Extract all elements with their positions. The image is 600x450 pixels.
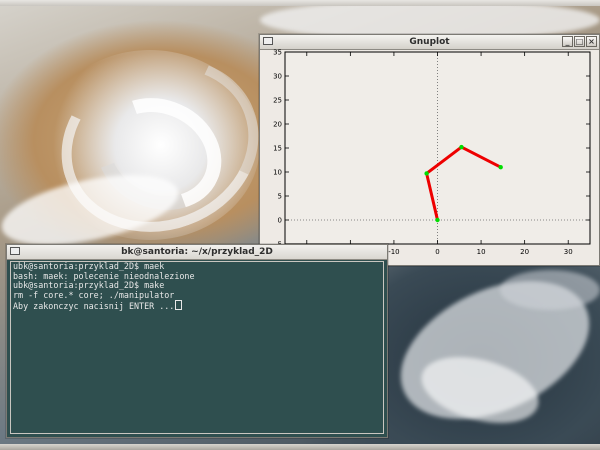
gnuplot-plot: -30-20-100102030-505101520253035 <box>273 49 591 256</box>
y-tick-label: 5 <box>278 193 282 201</box>
data-point <box>435 217 440 223</box>
x-tick-label: 30 <box>564 248 573 256</box>
y-tick-label: 25 <box>273 97 282 105</box>
y-tick-label: 20 <box>273 121 282 129</box>
terminal-line: rm -f core.* core; ./manipulator <box>13 289 175 300</box>
y-tick-label: 0 <box>278 217 282 225</box>
top-panel[interactable] <box>0 0 600 6</box>
gnuplot-window[interactable]: Gnuplot _ □ × -30-20-100102030-505101520… <box>259 34 600 266</box>
y-tick-label: 35 <box>273 49 282 57</box>
data-point <box>459 144 464 150</box>
x-tick-label: 20 <box>520 248 529 256</box>
close-button[interactable]: × <box>586 36 597 47</box>
maximize-button[interactable]: □ <box>574 36 585 47</box>
terminal-prompt-line: Aby zakonczyc nacisnij ENTER ... <box>11 300 383 312</box>
bottom-panel[interactable] <box>0 444 600 450</box>
terminal-titlebar[interactable]: bk@santoria: ~/x/przyklad_2D <box>7 245 387 260</box>
gnuplot-title: Gnuplot <box>409 37 450 47</box>
x-tick-label: 0 <box>435 248 439 256</box>
data-point <box>424 171 429 176</box>
window-menu-icon[interactable] <box>10 247 20 255</box>
cloud-band <box>500 270 600 310</box>
window-menu-icon[interactable] <box>263 37 273 45</box>
x-tick-label: 10 <box>477 248 486 256</box>
y-tick-label: 30 <box>273 73 282 81</box>
minimize-button[interactable]: _ <box>562 36 573 47</box>
x-tick-label: -10 <box>388 248 399 256</box>
y-tick-label: 10 <box>273 169 282 177</box>
text-cursor <box>175 300 183 311</box>
terminal-output[interactable]: ubk@santoria:przyklad_2D$ maek bash: mae… <box>10 261 384 434</box>
terminal-line: Aby zakonczyc nacisnij ENTER ... <box>13 301 175 312</box>
y-tick-label: 15 <box>273 145 282 153</box>
terminal-window[interactable]: bk@santoria: ~/x/przyklad_2D ubk@santori… <box>6 244 388 438</box>
terminal-title: bk@santoria: ~/x/przyklad_2D <box>121 247 273 257</box>
data-point <box>498 165 503 170</box>
gnuplot-titlebar[interactable]: Gnuplot _ □ × <box>260 35 599 50</box>
